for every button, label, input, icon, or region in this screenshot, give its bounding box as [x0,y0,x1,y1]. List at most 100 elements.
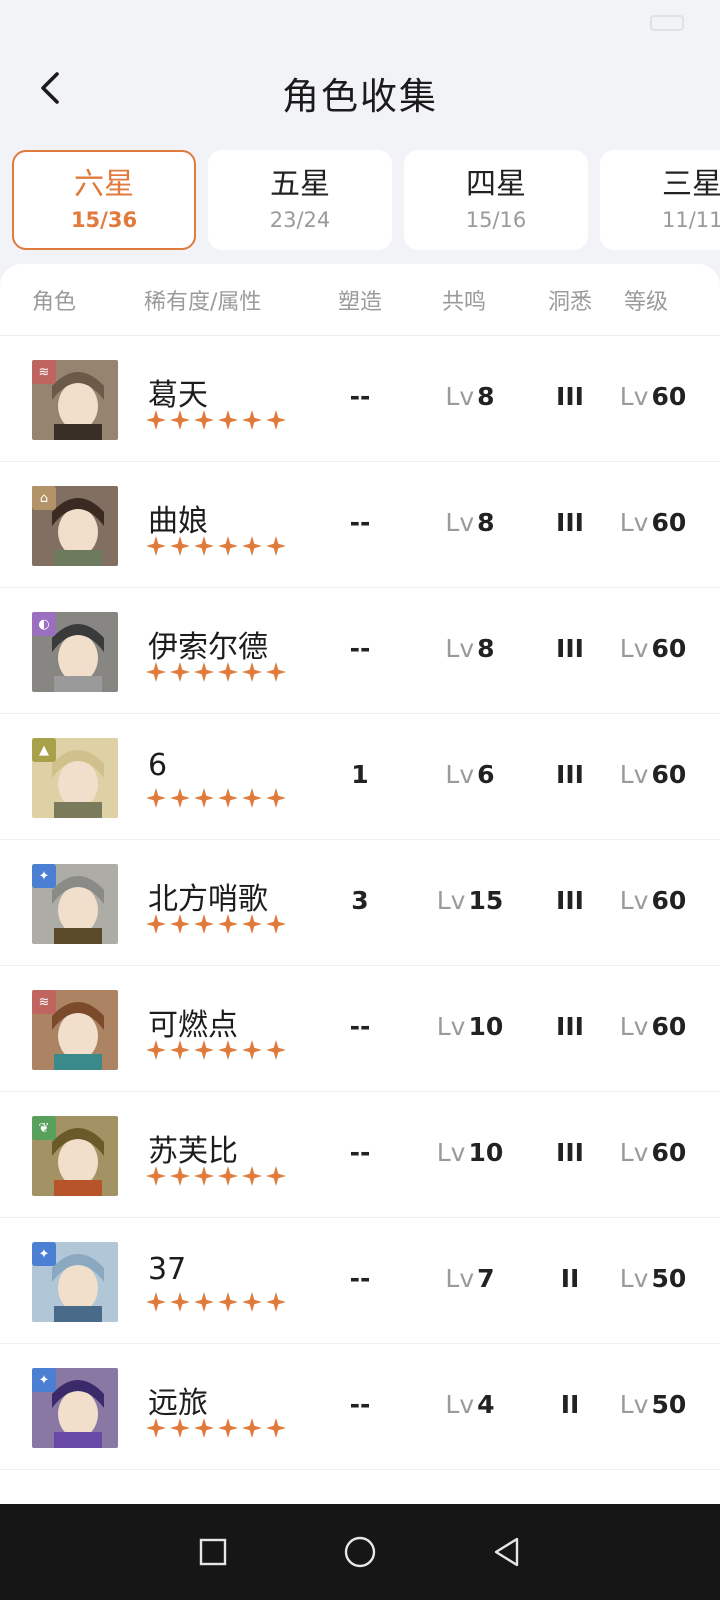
character-avatar[interactable]: ◐ [32,612,118,692]
star-icon [266,1040,286,1060]
resonance-cell: Lv 4 [412,1390,528,1419]
lv-prefix: Lv [619,1264,649,1293]
table-row[interactable]: ≋ 可燃点 -- Lv 10 III Lv 60 [0,966,720,1092]
character-table[interactable]: 角色 稀有度/属性 塑造 共鸣 洞悉 等级 ≋ 葛天 -- Lv 8 III Lv… [0,264,720,1504]
resonance-value: 8 [477,634,495,663]
tab-name: 三星 [662,167,720,202]
character-name: 37 [148,1252,187,1287]
home-button[interactable] [330,1522,390,1582]
star-icon [146,410,166,430]
resonance-value: 4 [477,1390,495,1419]
rarity-stars [146,914,286,934]
tab-count: 23/24 [269,208,331,232]
back-nav-button[interactable] [477,1522,537,1582]
mold-value: -- [349,1390,371,1419]
resonance-value: 8 [477,508,495,537]
character-avatar[interactable]: ▲ [32,738,118,818]
lv-prefix: Lv [445,382,475,411]
star-icon [170,1166,190,1186]
rarity-stars [146,1166,286,1186]
star-icon [170,1040,190,1060]
character-avatar[interactable]: ⌂ [32,486,118,566]
star-icon: ✦ [32,1242,56,1266]
tab-three-star[interactable]: 三星 11/11 [600,150,720,250]
table-row[interactable]: ✦ 远旅 -- Lv 4 II Lv 50 [0,1344,720,1470]
star-icon [146,536,166,556]
character-avatar[interactable]: ✦ [32,1242,118,1322]
star-icon [146,1418,166,1438]
lv-prefix: Lv [436,1138,466,1167]
character-name: 曲娘 [148,504,208,539]
tab-five-star[interactable]: 五星 23/24 [208,150,392,250]
table-row[interactable]: ⌂ 曲娘 -- Lv 8 III Lv 60 [0,462,720,588]
rarity-stars [146,1040,286,1060]
character-avatar[interactable]: ≋ [32,360,118,440]
level-value: 60 [651,382,687,411]
rarity-tabs: 六星 15/36 五星 23/24 四星 15/16 三星 11/11 [12,150,720,250]
star-icon [170,410,190,430]
status-bar [0,0,720,46]
mold-value: -- [349,1264,371,1293]
table-row[interactable]: ▲ 6 1 Lv 6 III Lv 60 [0,714,720,840]
system-nav-bar [0,1504,720,1600]
circle-icon [344,1536,376,1568]
star-icon [242,1292,262,1312]
column-header-rarity: 稀有度/属性 [144,290,262,315]
character-avatar[interactable]: ≋ [32,990,118,1070]
table-body: ≋ 葛天 -- Lv 8 III Lv 60 ⌂ 曲娘 -- Lv 8 III … [0,336,720,1470]
table-row[interactable]: ≋ 葛天 -- Lv 8 III Lv 60 [0,336,720,462]
lv-prefix: Lv [445,1390,475,1419]
star-icon [266,1418,286,1438]
star-icon [194,914,214,934]
tab-four-star[interactable]: 四星 15/16 [404,150,588,250]
star-icon [218,1418,238,1438]
character-avatar[interactable]: ✦ [32,864,118,944]
rarity-stars [146,410,286,430]
insight-value: III [556,382,584,411]
star-icon [194,1040,214,1060]
lv-prefix: Lv [619,1390,649,1419]
lv-prefix: Lv [619,886,649,915]
tab-six-star[interactable]: 六星 15/36 [12,150,196,250]
star-icon [242,788,262,808]
character-avatar[interactable]: ❦ [32,1116,118,1196]
star-icon [266,410,286,430]
tab-name: 四星 [466,167,526,202]
star-icon [170,662,190,682]
star-icon [170,914,190,934]
table-row[interactable]: ❦ 苏芙比 -- Lv 10 III Lv 60 [0,1092,720,1218]
star-icon [266,662,286,682]
star-icon [194,1418,214,1438]
character-name: 苏芙比 [148,1134,238,1169]
resonance-value: 6 [477,760,495,789]
lv-prefix: Lv [445,634,475,663]
mold-value: -- [349,1138,371,1167]
lv-prefix: Lv [436,1012,466,1041]
recent-apps-button[interactable] [183,1522,243,1582]
character-name: 伊索尔德 [148,630,268,665]
table-row[interactable]: ✦ 37 -- Lv 7 II Lv 50 [0,1218,720,1344]
star-icon [266,914,286,934]
level-value: 60 [651,1012,687,1041]
level-cell: Lv 60 [608,1012,698,1041]
level-cell: Lv 60 [608,382,698,411]
rarity-stars [146,1418,286,1438]
star-icon [146,662,166,682]
mold-value: -- [349,634,371,663]
character-avatar[interactable]: ✦ [32,1368,118,1448]
rarity-stars [146,536,286,556]
table-row[interactable]: ◐ 伊索尔德 -- Lv 8 III Lv 60 [0,588,720,714]
table-row[interactable]: ✦ 北方哨歌 3 Lv 15 III Lv 60 [0,840,720,966]
insight-value: III [556,886,584,915]
lv-prefix: Lv [619,1138,649,1167]
spirit-icon: ◐ [32,612,56,636]
insight-value: II [560,1264,580,1293]
star-icon [266,1166,286,1186]
insight-value: III [556,760,584,789]
square-icon [200,1538,227,1566]
star-icon [242,914,262,934]
star-icon [170,1292,190,1312]
resonance-value: 10 [468,1138,504,1167]
star-icon [194,536,214,556]
level-value: 60 [651,508,687,537]
